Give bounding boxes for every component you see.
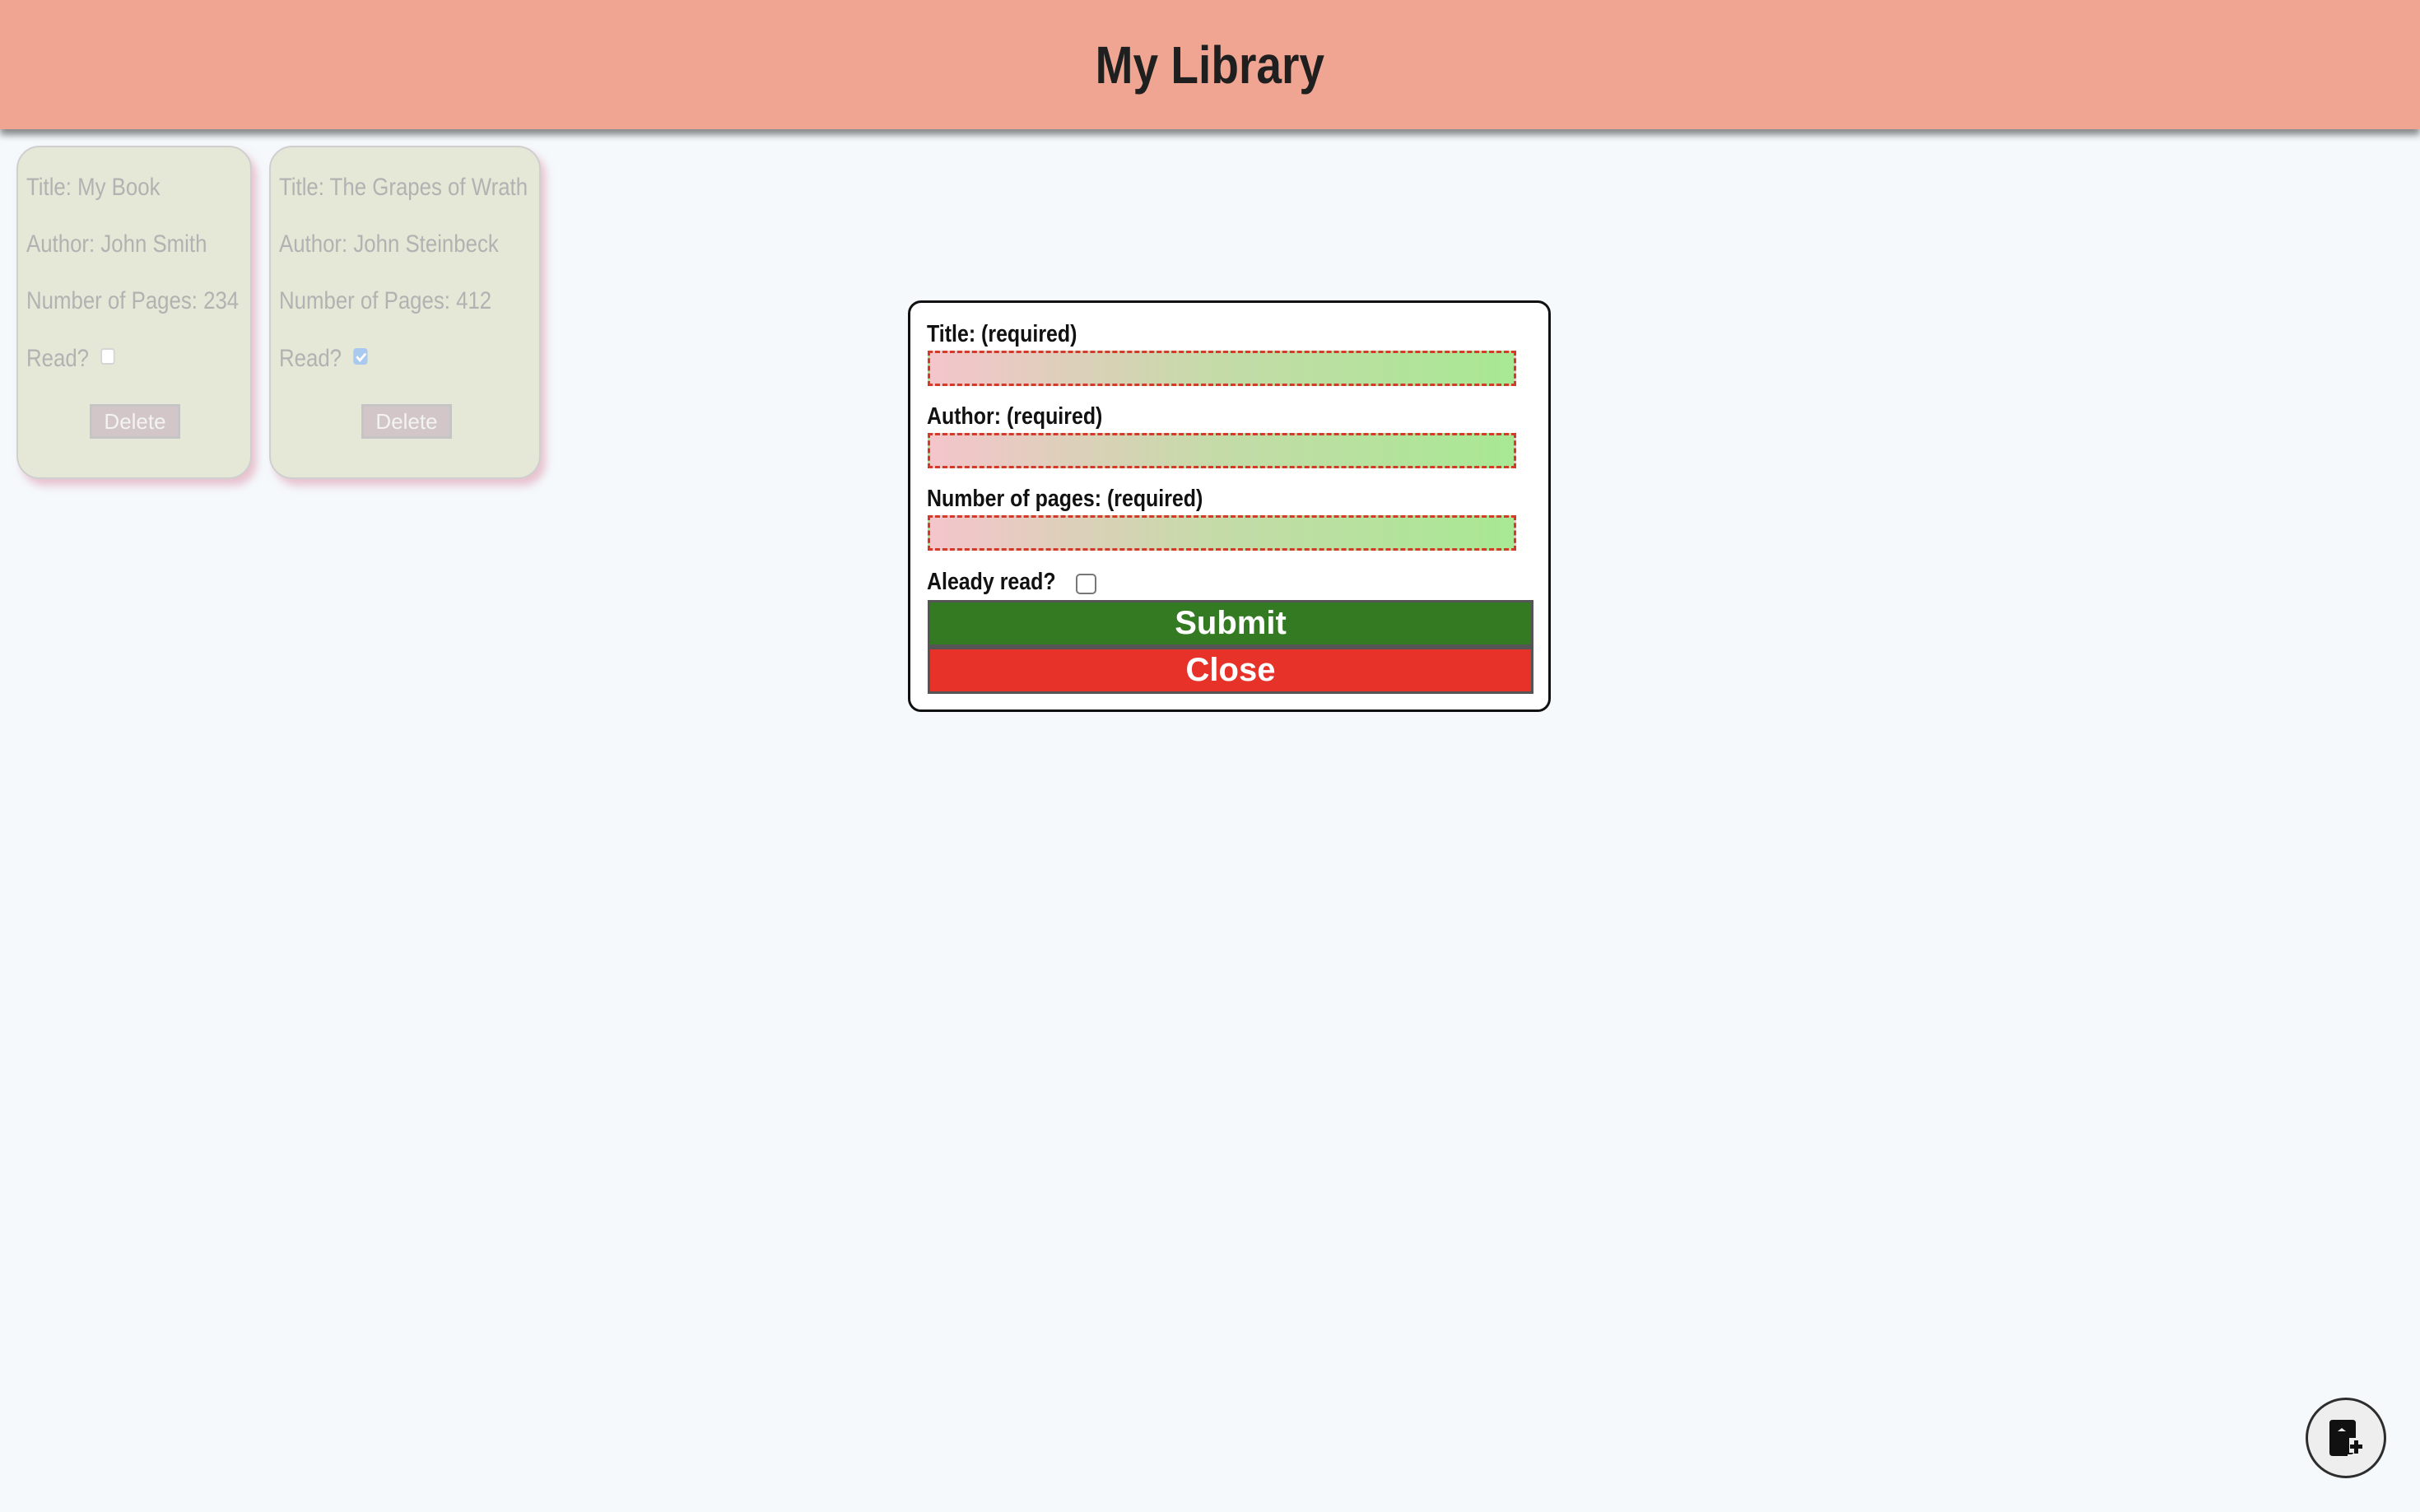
book-pages: Number of Pages: 412 bbox=[279, 287, 492, 314]
add-book-button[interactable] bbox=[2306, 1398, 2386, 1478]
pages-field-label: Number of pages: (required) bbox=[927, 486, 1203, 512]
book-read-row: Read? bbox=[26, 345, 115, 373]
book-read-row: Read? bbox=[279, 345, 368, 373]
already-read-checkbox[interactable] bbox=[1076, 574, 1096, 594]
title-input[interactable] bbox=[928, 351, 1516, 386]
book-read-checkbox[interactable] bbox=[353, 348, 368, 365]
book-pages: Number of Pages: 234 bbox=[26, 287, 240, 314]
book-card: Title: My Book Author: John Smith Number… bbox=[16, 146, 252, 479]
delete-book-button[interactable]: Delete bbox=[90, 404, 180, 439]
page-title: My Library bbox=[1095, 35, 1325, 95]
pages-input[interactable] bbox=[928, 515, 1516, 551]
author-input[interactable] bbox=[928, 433, 1516, 468]
delete-book-button[interactable]: Delete bbox=[361, 404, 452, 439]
book-card: Title: The Grapes of Wrath Author: John … bbox=[269, 146, 541, 479]
book-read-label: Read? bbox=[279, 345, 342, 372]
already-read-label: Aleady read? bbox=[927, 569, 1056, 595]
book-title: Title: The Grapes of Wrath bbox=[279, 174, 528, 201]
close-button[interactable]: Close bbox=[928, 647, 1533, 694]
author-field-label: Author: (required) bbox=[927, 403, 1103, 430]
add-book-dialog: Title: (required) Author: (required) Num… bbox=[908, 300, 1551, 712]
title-field-label: Title: (required) bbox=[927, 321, 1077, 347]
book-read-label: Read? bbox=[26, 345, 90, 372]
book-read-checkbox[interactable] bbox=[100, 348, 115, 365]
book-author: Author: John Steinbeck bbox=[279, 230, 499, 258]
add-book-icon bbox=[2329, 1420, 2364, 1456]
book-title: Title: My Book bbox=[26, 174, 161, 201]
submit-button[interactable]: Submit bbox=[928, 600, 1533, 647]
book-author: Author: John Smith bbox=[26, 230, 207, 258]
app-header: My Library bbox=[0, 0, 2420, 129]
